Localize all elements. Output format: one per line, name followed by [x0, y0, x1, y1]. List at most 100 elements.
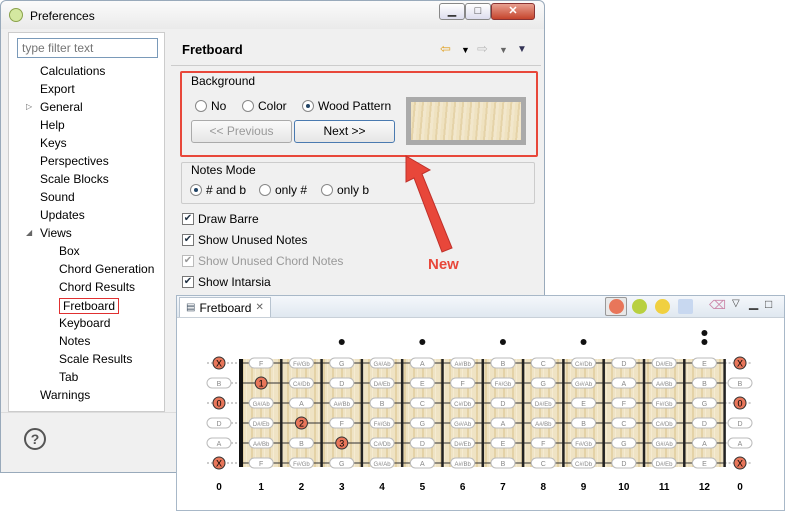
note-name: C#/Db: [656, 422, 674, 428]
minimize-button[interactable]: ▁: [439, 3, 465, 20]
tree-item-notes[interactable]: Notes: [59, 332, 90, 350]
note-name: D: [420, 441, 425, 448]
tree-item-warnings[interactable]: Warnings: [40, 386, 90, 404]
tree-item-fretboard[interactable]: Fretboard: [59, 296, 120, 314]
minimize-icon: ▁: [447, 5, 457, 17]
show-intarsia-checkbox[interactable]: ✔ Show Intarsia: [182, 275, 271, 289]
tree-item-label: Box: [59, 244, 80, 258]
radio-circle-icon: [195, 100, 207, 112]
note-name: B: [380, 401, 385, 408]
tree-item-label: Export: [40, 82, 75, 96]
close-tab-icon[interactable]: ✕: [255, 299, 263, 317]
note-name: F#/Gb: [374, 422, 391, 428]
fret-number-label: 0: [216, 482, 222, 493]
draw-barre-checkbox[interactable]: ✔ Draw Barre: [182, 212, 259, 226]
finger-number: 3: [339, 439, 344, 449]
tree-item-label: Keyboard: [59, 316, 111, 330]
tree-item-export[interactable]: Export: [40, 80, 75, 98]
forward-arrow-icon[interactable]: ⇨: [477, 41, 488, 57]
help-icon[interactable]: ?: [24, 428, 46, 450]
tree-item-keys[interactable]: Keys: [40, 134, 67, 152]
background-wood-radio[interactable]: Wood Pattern: [302, 99, 391, 113]
background-group-label: Background: [191, 74, 256, 88]
note-name: G#/Ab: [656, 442, 674, 448]
tree-item-chord-results[interactable]: Chord Results: [59, 278, 135, 296]
collapsed-chevron-icon[interactable]: ▷: [26, 98, 36, 116]
fretboard-view-tab[interactable]: ▤ Fretboard ✕: [179, 297, 271, 317]
tree-item-scale-results[interactable]: Scale Results: [59, 350, 132, 368]
forward-menu-chevron-icon[interactable]: ▼: [499, 45, 508, 55]
yellow-dot-icon[interactable]: [655, 299, 670, 314]
tree-item-label: Notes: [59, 334, 91, 348]
tree-item-label: Chord Results: [59, 280, 136, 294]
note-name: D: [339, 381, 344, 388]
tree-item-updates[interactable]: Updates: [40, 206, 85, 224]
next-button[interactable]: Next >>: [294, 120, 395, 143]
tree-item-help[interactable]: Help: [40, 116, 65, 134]
view-menu-icon[interactable]: ▽: [732, 298, 740, 309]
tree-item-box[interactable]: Box: [59, 242, 80, 260]
tree-item-label: General: [40, 100, 83, 114]
notes-mode-sharp-and-flat-radio[interactable]: # and b: [190, 183, 246, 197]
eraser-icon[interactable]: ⌫: [709, 298, 726, 312]
note-name: F: [259, 461, 263, 468]
checkbox-label: Show Unused Notes: [198, 233, 308, 247]
show-unused-chord-notes-checkbox[interactable]: ✔ Show Unused Chord Notes: [182, 254, 343, 268]
tree-item-scale-blocks[interactable]: Scale Blocks: [40, 170, 109, 188]
fret-number-label: 3: [339, 482, 345, 493]
radio-circle-icon: [242, 100, 254, 112]
show-unused-notes-checkbox[interactable]: ✔ Show Unused Notes: [182, 233, 307, 247]
note-name: A#/Bb: [454, 462, 471, 468]
note-name: D: [500, 401, 505, 408]
close-button[interactable]: ✕: [491, 3, 535, 20]
tree-item-views[interactable]: ◢ Views: [26, 224, 72, 242]
notes-mode-only-flat-radio[interactable]: only b: [321, 183, 369, 197]
tree-item-chord-generation[interactable]: Chord Generation: [59, 260, 154, 278]
green-dot-icon[interactable]: [632, 299, 647, 314]
wood-texture: [411, 102, 521, 140]
notes-mode-only-sharp-radio[interactable]: only #: [259, 183, 307, 197]
note-name: G#/Ab: [374, 462, 392, 468]
blue-square-icon[interactable]: [678, 299, 693, 314]
maximize-button[interactable]: □: [465, 3, 491, 20]
page-title: Fretboard: [182, 42, 243, 57]
tree-item-label: Chord Generation: [59, 262, 155, 276]
fret-number-label: 1: [258, 482, 264, 493]
tree-item-calculations[interactable]: Calculations: [40, 62, 105, 80]
tree-item-perspectives[interactable]: Perspectives: [40, 152, 109, 170]
tree-item-sound[interactable]: Sound: [40, 188, 75, 206]
view-menu-icon[interactable]: ▼: [517, 44, 527, 55]
tree-item-label: Views: [40, 226, 72, 240]
fret-marker-dot: [701, 339, 708, 345]
tree-item-general[interactable]: ▷ General: [26, 98, 83, 116]
red-dot-icon: [609, 299, 624, 314]
minimize-view-icon[interactable]: ▁: [749, 296, 758, 310]
checkmark-icon: ✔: [182, 234, 194, 246]
maximize-view-icon[interactable]: □: [765, 297, 772, 311]
filter-input[interactable]: [17, 38, 158, 58]
checkmark-icon: ✔: [182, 213, 194, 225]
note-name: A#/Bb: [334, 402, 351, 408]
background-color-radio[interactable]: Color: [242, 99, 287, 113]
previous-button[interactable]: << Previous: [191, 120, 292, 143]
fretboard-view: ▤ Fretboard ✕ ⌫ ▽ ▁ □ F F#/Gb G G#/Ab A A#/Bb…: [176, 295, 785, 511]
back-arrow-icon[interactable]: ⇦: [440, 41, 451, 57]
fret-number-label: 10: [618, 482, 630, 493]
note-name: F: [541, 441, 545, 448]
fretboard-view-header: ▤ Fretboard ✕ ⌫ ▽ ▁ □: [177, 296, 784, 318]
back-menu-chevron-icon[interactable]: ▼: [461, 45, 470, 55]
note-name: F: [340, 421, 344, 428]
note-name: C#/Db: [575, 462, 593, 468]
radio-label: only #: [275, 183, 308, 197]
note-name: G: [339, 461, 344, 468]
tree-item-tab[interactable]: Tab: [59, 368, 78, 386]
radio-selected-icon: [190, 184, 202, 196]
tree-item-keyboard[interactable]: Keyboard: [59, 314, 110, 332]
checkmark-icon: ✔: [182, 255, 194, 267]
note-name: D: [702, 421, 707, 428]
checkbox-label: Show Intarsia: [198, 275, 271, 289]
expanded-chevron-icon[interactable]: ◢: [26, 224, 36, 242]
tree-item-label: Fretboard: [59, 298, 120, 314]
radio-label: only b: [337, 183, 370, 197]
background-no-radio[interactable]: No: [195, 99, 226, 113]
